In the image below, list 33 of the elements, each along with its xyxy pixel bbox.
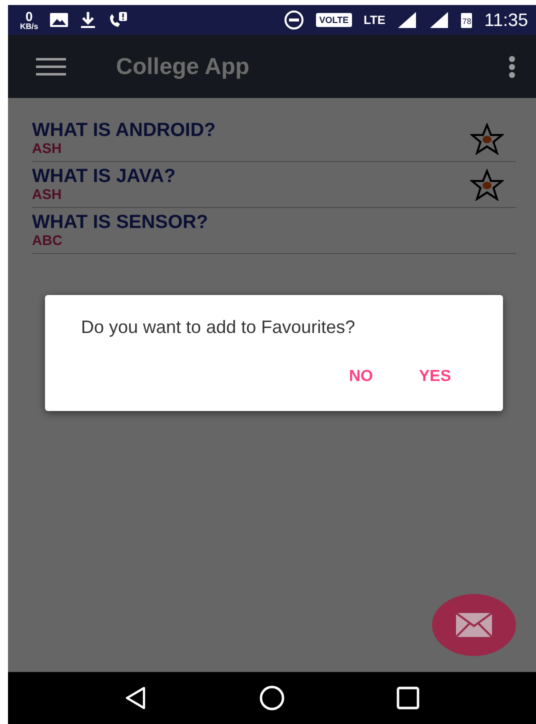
speed-unit: KB/s: [20, 22, 38, 30]
clock-time: 11:35: [484, 10, 528, 30]
question-item[interactable]: WHAT IS SENSOR? ABC: [32, 208, 516, 254]
download-icon: [80, 11, 96, 29]
volte-badge: VOLTE: [316, 13, 352, 27]
menu-icon[interactable]: [36, 58, 66, 76]
question-title: WHAT IS JAVA?: [32, 167, 176, 188]
signal-icon: [397, 11, 418, 29]
image-icon: [50, 13, 68, 27]
app-title: College App: [116, 53, 250, 80]
dialog-button[interactable]: NO: [342, 364, 379, 390]
question-title: WHAT IS ANDROID?: [32, 121, 216, 142]
question-author: ABC: [32, 233, 64, 248]
question-author: ASH: [32, 141, 63, 156]
star-icon[interactable]: [470, 122, 504, 154]
question-author: ASH: [32, 187, 63, 202]
more-options-icon[interactable]: [508, 56, 516, 78]
do-not-disturb-icon: [284, 10, 304, 30]
back-icon[interactable]: [124, 686, 148, 710]
question-item[interactable]: WHAT IS JAVA? ASH: [32, 162, 516, 208]
dialog-message: Do you want to add to Favourites?: [81, 317, 356, 338]
home-icon[interactable]: [258, 685, 285, 711]
recents-icon[interactable]: [396, 686, 420, 710]
dialog-button[interactable]: YES: [412, 364, 457, 390]
lte-indicator: LTE: [364, 13, 386, 27]
star-icon[interactable]: [470, 168, 504, 200]
question-title: WHAT IS SENSOR?: [32, 213, 208, 234]
phone-alert-icon: [108, 11, 128, 29]
envelope-icon: [456, 613, 492, 637]
battery-icon: 78: [461, 12, 472, 28]
question-item[interactable]: WHAT IS ANDROID? ASH: [32, 116, 516, 162]
signal-icon: [429, 11, 450, 29]
network-speed: 0: [26, 10, 33, 22]
